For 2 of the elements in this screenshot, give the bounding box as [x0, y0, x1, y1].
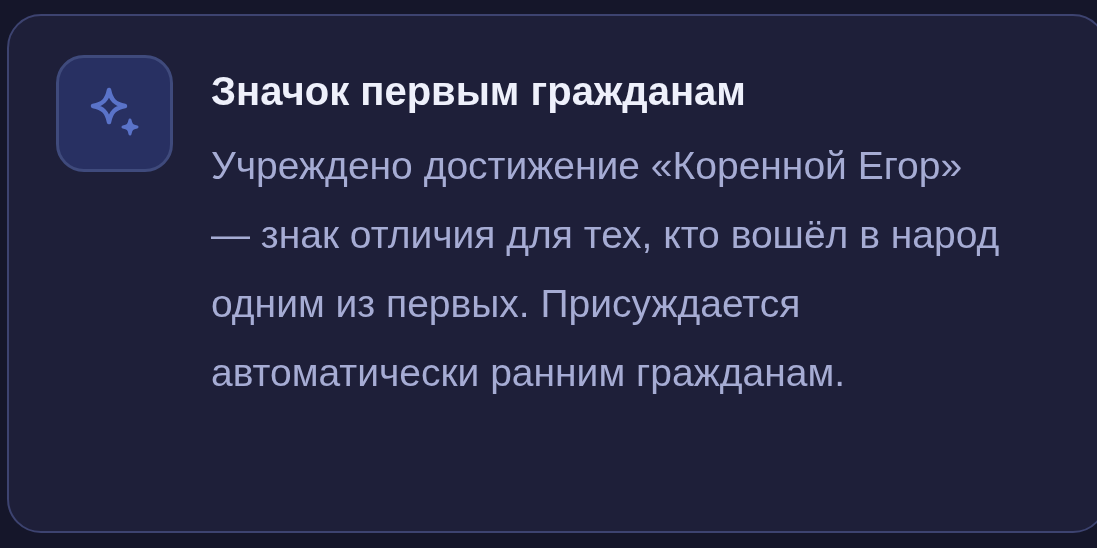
card-description: Учреждено достижение «Коренной Егор» — знак отличия для тех, кто вошёл в народ одним из первых. Присуждается автоматически ранним гражданам.: [211, 143, 1001, 396]
card-title: Значок первым гражданам: [211, 71, 747, 111]
